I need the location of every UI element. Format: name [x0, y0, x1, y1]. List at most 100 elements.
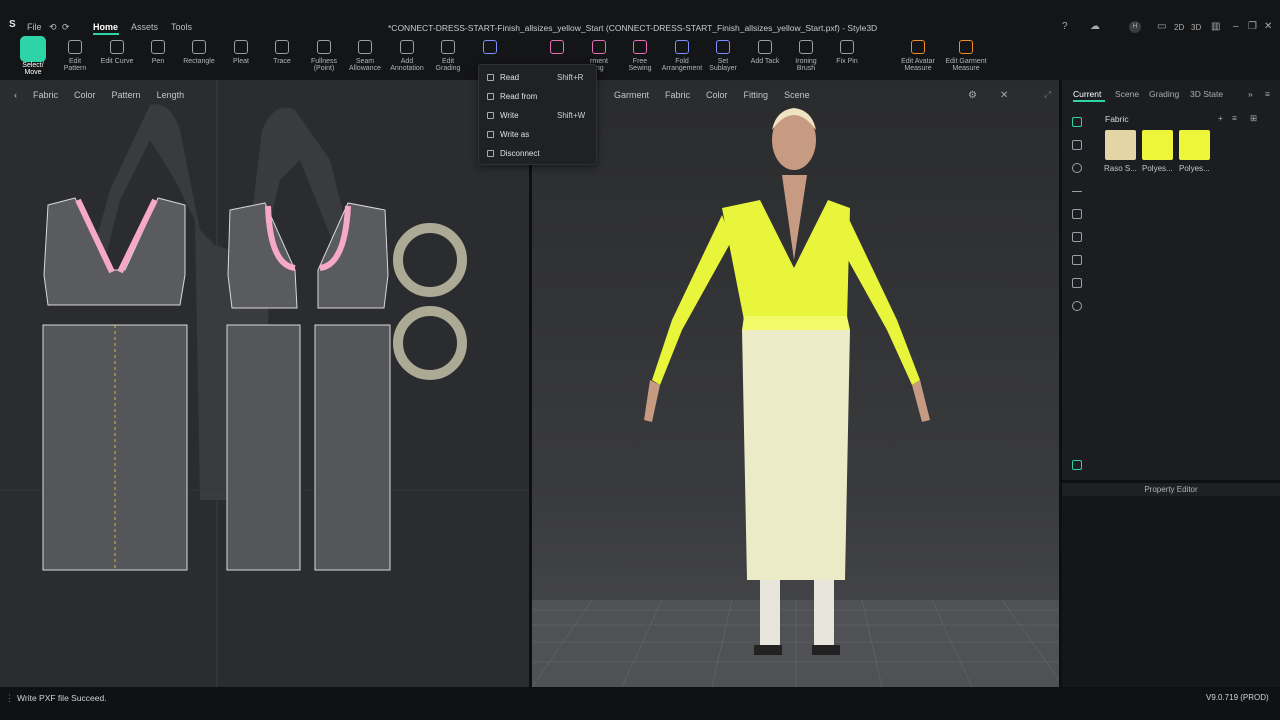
view-3d-button[interactable]: 3D [1191, 23, 1201, 32]
add-fabric-icon[interactable]: + [1218, 113, 1223, 123]
viewport-3d-window[interactable]: Garment Fabric Color Fitting Scene ⚙ ✕ ⤢ [532, 80, 1059, 687]
pattern-2d-window[interactable]: ‹ Fabric Color Pattern Length [0, 80, 529, 687]
cuff-ring-1[interactable] [393, 223, 467, 297]
menu-assets[interactable]: Assets [131, 22, 158, 32]
edit-avatar-measure-tool[interactable]: Edit Avatar Measure [896, 40, 940, 72]
button-icon[interactable] [1072, 163, 1082, 173]
trace-tool[interactable]: Trace [260, 40, 304, 65]
panel-menu-icon[interactable]: ≡ [1265, 89, 1270, 99]
back-icon[interactable]: ‹ [10, 88, 21, 104]
menu-item-write-as[interactable]: Write as [479, 126, 598, 144]
pattern-canvas[interactable] [0, 80, 529, 687]
tool-label: Edit Curve [100, 58, 134, 65]
fabric-list-icon[interactable] [1072, 117, 1082, 127]
left-hand [644, 380, 660, 422]
menu-home[interactable]: Home [93, 22, 118, 32]
user-avatar[interactable]: H [1129, 21, 1141, 33]
collapse-icon[interactable]: » [1248, 89, 1253, 99]
close-icon[interactable]: ✕ [1264, 21, 1272, 32]
trim-icon[interactable] [1072, 140, 1082, 150]
menu-item-disconnect[interactable]: Disconnect [479, 145, 598, 163]
line-icon[interactable] [1072, 191, 1082, 192]
neckline-skin [782, 175, 807, 260]
connect-tool[interactable] [468, 40, 512, 58]
tape-icon[interactable] [1072, 278, 1082, 288]
fold-arrangement-tool[interactable]: Fold Arrangement [660, 40, 704, 72]
menu-item-write[interactable]: Write Shift+W [479, 107, 598, 125]
garment-display-toggle[interactable]: Garment [610, 88, 653, 104]
blouse[interactable] [722, 200, 850, 320]
stitch-icon[interactable] [1072, 255, 1082, 265]
seam-allowance-tool[interactable]: Seam Allowance [343, 40, 387, 72]
viewport-canvas[interactable] [532, 80, 1059, 687]
fitting-display-toggle[interactable]: Fitting [740, 88, 773, 104]
fabric-swatch-polyester-1[interactable] [1142, 130, 1173, 160]
scene-display-toggle[interactable]: Scene [780, 88, 814, 104]
set-sublayer-tool[interactable]: Set Sublayer [701, 40, 745, 72]
tool-label: Ironing Brush [795, 58, 817, 72]
avatar-icon[interactable] [1072, 301, 1082, 311]
free-sewing-tool[interactable]: Free Sewing [618, 40, 662, 72]
segment-tool[interactable] [535, 40, 579, 58]
menu-item-read-from[interactable]: Read from [479, 88, 598, 106]
back-bodice-left-pattern[interactable] [227, 202, 298, 309]
tab-current[interactable]: Current [1073, 89, 1101, 99]
ironing-brush-tool[interactable]: Ironing Brush [784, 40, 828, 72]
pleat-tool[interactable]: Pleat [219, 40, 263, 65]
redo-icon[interactable]: ⟳ [62, 22, 70, 33]
active-tab-indicator [1073, 100, 1105, 102]
menu-tools[interactable]: Tools [171, 22, 192, 32]
fabric-display-toggle-3d[interactable]: Fabric [661, 88, 694, 104]
menu-file[interactable]: File [27, 22, 42, 32]
tab-3d-state[interactable]: 3D State [1190, 89, 1223, 99]
fix-pin-tool[interactable]: Fix Pin [825, 40, 869, 65]
pen-tool[interactable]: Pen [136, 40, 180, 65]
topstitch-icon[interactable] [1072, 232, 1082, 242]
skirt[interactable] [742, 330, 850, 580]
drag-handle-icon[interactable]: ⋮ [5, 693, 14, 704]
edit-pattern-tool[interactable]: Edit Pattern [53, 40, 97, 72]
property-editor-header[interactable]: Property Editor [1062, 483, 1280, 496]
back-skirt-right-pattern[interactable] [314, 324, 391, 571]
right-sleeve[interactable] [837, 215, 920, 385]
maximize-icon[interactable]: ❐ [1248, 21, 1257, 32]
select-move-tool[interactable]: Select/ Move [11, 36, 55, 76]
camera-settings-icon[interactable]: ⚙ [968, 90, 977, 101]
edit-curve-tool[interactable]: Edit Curve [95, 40, 139, 65]
zipper-icon[interactable] [1072, 209, 1082, 219]
cuff-ring-2[interactable] [393, 306, 467, 380]
list-view-icon[interactable]: ≡ [1232, 113, 1237, 123]
layout-icon[interactable]: ▭ [1157, 21, 1166, 32]
expand-icon[interactable]: ⤢ [1044, 89, 1051, 100]
tool-label: Pen [151, 58, 165, 65]
edit-garment-measure-tool[interactable]: Edit Garment Measure [944, 40, 988, 72]
left-sleeve[interactable] [652, 215, 732, 385]
length-display-toggle[interactable]: Length [153, 88, 189, 104]
grading-icon [441, 40, 455, 54]
edit-grading-tool[interactable]: Edit Grading [426, 40, 470, 72]
menu-item-read[interactable]: Read Shift+R [479, 69, 598, 87]
fabric-display-toggle[interactable]: Fabric [29, 88, 62, 104]
undo-icon[interactable]: ⟲ [49, 22, 57, 33]
fullness-tool[interactable]: Fullness (Point) [302, 40, 346, 72]
fabric-swatch-polyester-2[interactable] [1179, 130, 1210, 160]
color-display-toggle[interactable]: Color [70, 88, 100, 104]
grid-view-icon[interactable]: ⊞ [1250, 113, 1257, 124]
transform-icon[interactable]: ✕ [1000, 90, 1008, 101]
add-tack-tool[interactable]: Add Tack [743, 40, 787, 65]
sublayer-icon [716, 40, 730, 54]
back-skirt-left-pattern[interactable] [226, 324, 301, 571]
help-icon[interactable]: ? [1062, 21, 1068, 32]
pattern-display-toggle[interactable]: Pattern [108, 88, 145, 104]
rectangle-tool[interactable]: Rectangle [177, 40, 221, 65]
minimize-icon[interactable]: – [1233, 21, 1239, 32]
tab-scene[interactable]: Scene [1115, 89, 1139, 99]
tab-grading[interactable]: Grading [1149, 89, 1179, 99]
split-view-icon[interactable]: ▥ [1211, 21, 1220, 32]
color-display-toggle-3d[interactable]: Color [702, 88, 732, 104]
cloud-icon[interactable]: ☁ [1090, 21, 1100, 32]
tree-icon[interactable] [1072, 460, 1082, 470]
add-annotation-tool[interactable]: Add Annotation [385, 40, 429, 72]
fabric-swatch-raso[interactable] [1105, 130, 1136, 160]
view-2d-button[interactable]: 2D [1174, 23, 1184, 32]
